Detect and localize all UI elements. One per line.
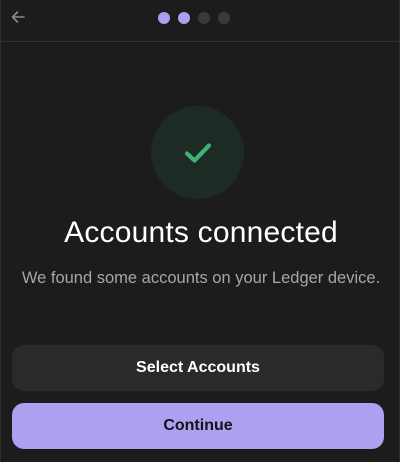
progress-indicator [158,12,230,24]
header-bar [1,0,400,42]
continue-button[interactable]: Continue [12,403,384,449]
select-accounts-button[interactable]: Select Accounts [12,345,384,391]
page-subtitle: We found some accounts on your Ledger de… [21,269,381,287]
progress-dot-2 [178,12,190,24]
back-button[interactable] [7,6,29,28]
progress-dot-3 [198,12,210,24]
checkmark-icon [184,142,211,163]
success-badge [151,106,244,199]
arrow-left-icon [11,11,25,23]
progress-dot-4 [218,12,230,24]
connect-ledger-window: Accounts connected We found some account… [0,0,400,462]
page-title: Accounts connected [64,216,338,249]
progress-dot-1 [158,12,170,24]
